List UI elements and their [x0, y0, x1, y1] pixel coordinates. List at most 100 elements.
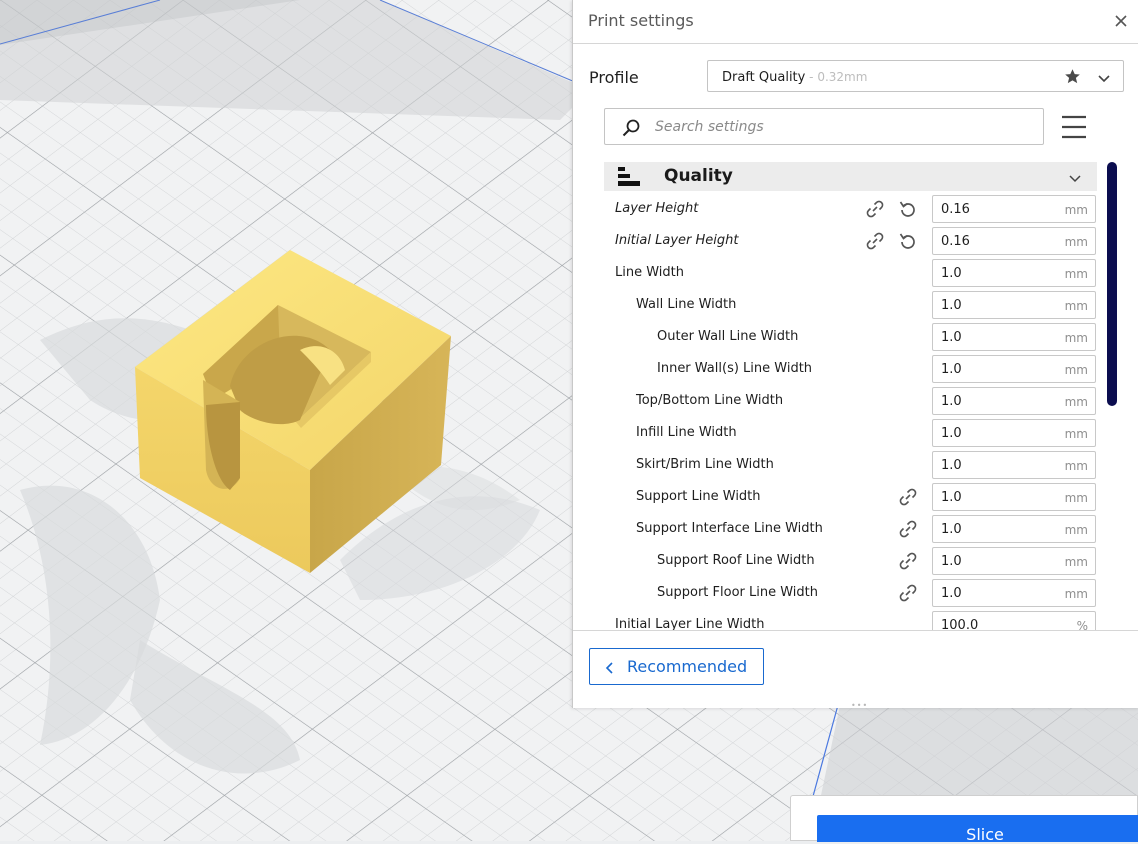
profile-name-text: Draft Quality — [722, 70, 806, 85]
close-icon[interactable] — [1111, 11, 1131, 31]
slice-panel: Slice — [790, 795, 1138, 844]
setting-value-field[interactable]: 1.0 mm — [932, 579, 1096, 607]
category-label: Quality — [664, 166, 733, 186]
setting-unit: mm — [1064, 555, 1088, 569]
setting-unit: mm — [1064, 235, 1088, 249]
setting-value-field[interactable]: 1.0 mm — [932, 547, 1096, 575]
setting-unit: mm — [1064, 587, 1088, 601]
slice-label: Slice — [966, 825, 1004, 844]
setting-value-field[interactable]: 1.0 mm — [932, 259, 1096, 287]
profile-layer-height: - 0.32mm — [805, 70, 868, 84]
setting-row-support-interface-line-width: Support Interface Line Width 1.0 mm — [604, 513, 1098, 545]
setting-label: Top/Bottom Line Width — [636, 393, 784, 408]
setting-value-field[interactable]: 1.0 mm — [932, 419, 1096, 447]
setting-row-layer-height: Layer Height 0.16 mm — [604, 193, 1098, 225]
setting-row-skirt-brim-line-width: Skirt/Brim Line Width 1.0 mm — [604, 449, 1098, 481]
setting-row-outer-wall-line-width: Outer Wall Line Width 1.0 mm — [604, 321, 1098, 353]
setting-label: Outer Wall Line Width — [657, 329, 799, 344]
setting-unit: % — [1076, 619, 1088, 630]
link-icon[interactable] — [897, 550, 919, 572]
setting-value-field[interactable]: 1.0 mm — [932, 515, 1096, 543]
link-icon[interactable] — [864, 230, 886, 252]
reset-icon[interactable] — [897, 230, 919, 252]
setting-value: 1.0 — [941, 330, 962, 345]
setting-label: Support Roof Line Width — [657, 553, 815, 568]
link-icon[interactable] — [897, 518, 919, 540]
print-settings-panel: Print settings Profile Draft Quality - 0… — [572, 0, 1138, 710]
setting-value-field[interactable]: 1.0 mm — [932, 323, 1096, 351]
setting-label: Initial Layer Height — [615, 233, 739, 248]
setting-value: 1.0 — [941, 426, 962, 441]
setting-value-field[interactable]: 1.0 mm — [932, 483, 1096, 511]
settings-list[interactable]: Quality Layer Height 0.16 mm Initial Laye… — [604, 162, 1098, 630]
setting-value: 1.0 — [941, 554, 962, 569]
link-icon[interactable] — [897, 486, 919, 508]
setting-value-field[interactable]: 1.0 mm — [932, 355, 1096, 383]
star-icon[interactable] — [1064, 68, 1081, 89]
setting-row-top-bottom-line-width: Top/Bottom Line Width 1.0 mm — [604, 385, 1098, 417]
setting-row-inner-wall-line-width: Inner Wall(s) Line Width 1.0 mm — [604, 353, 1098, 385]
profile-selected-value: Draft Quality - 0.32mm — [722, 70, 867, 85]
search-icon — [621, 118, 641, 142]
setting-row-infill-line-width: Infill Line Width 1.0 mm — [604, 417, 1098, 449]
chevron-left-icon — [605, 660, 615, 679]
setting-value-field[interactable]: 1.0 mm — [932, 451, 1096, 479]
setting-label: Line Width — [615, 265, 684, 280]
chevron-down-icon[interactable] — [1097, 70, 1111, 89]
setting-unit: mm — [1064, 363, 1088, 377]
setting-value: 0.16 — [941, 202, 970, 217]
link-icon[interactable] — [864, 198, 886, 220]
settings-scrollbar[interactable] — [1107, 162, 1117, 406]
link-icon[interactable] — [897, 582, 919, 604]
setting-value: 0.16 — [941, 234, 970, 249]
chevron-down-icon[interactable] — [1068, 170, 1082, 189]
setting-row-initial-layer-height: Initial Layer Height 0.16 mm — [604, 225, 1098, 257]
setting-value: 1.0 — [941, 490, 962, 505]
setting-unit: mm — [1064, 267, 1088, 281]
setting-value: 1.0 — [941, 362, 962, 377]
setting-row-support-line-width: Support Line Width 1.0 mm — [604, 481, 1098, 513]
setting-value-field[interactable]: 1.0 mm — [932, 291, 1096, 319]
setting-row-initial-layer-line-width: Initial Layer Line Width 100.0% — [604, 609, 1098, 630]
setting-unit: mm — [1064, 459, 1088, 473]
setting-label: Support Interface Line Width — [636, 521, 823, 536]
setting-value: 100.0 — [941, 618, 979, 630]
setting-value: 1.0 — [941, 522, 962, 537]
setting-label: Support Floor Line Width — [657, 585, 818, 600]
setting-label: Support Line Width — [636, 489, 761, 504]
resize-handle[interactable]: ••• — [851, 701, 868, 710]
setting-label: Infill Line Width — [636, 425, 737, 440]
setting-row-line-width: Line Width 1.0 mm — [604, 257, 1098, 289]
setting-unit: mm — [1064, 331, 1088, 345]
setting-value-field[interactable]: 0.16 mm — [932, 227, 1096, 255]
setting-unit: mm — [1064, 523, 1088, 537]
setting-label: Skirt/Brim Line Width — [636, 457, 774, 472]
search-input[interactable] — [655, 115, 1035, 139]
recommended-label: Recommended — [627, 657, 748, 676]
reset-icon[interactable] — [897, 198, 919, 220]
search-box[interactable] — [604, 108, 1044, 145]
panel-footer: Recommended ••• — [573, 630, 1138, 710]
setting-unit: mm — [1064, 395, 1088, 409]
setting-value: 1.0 — [941, 266, 962, 281]
setting-unit: mm — [1064, 203, 1088, 217]
setting-value-field[interactable]: 0.16 mm — [932, 195, 1096, 223]
recommended-button[interactable]: Recommended — [589, 648, 764, 685]
setting-label: Initial Layer Line Width — [615, 617, 765, 630]
setting-value: 1.0 — [941, 298, 962, 313]
setting-label: Wall Line Width — [636, 297, 737, 312]
setting-row-support-roof-line-width: Support Roof Line Width 1.0 mm — [604, 545, 1098, 577]
setting-label: Layer Height — [615, 201, 699, 216]
profile-dropdown[interactable]: Draft Quality - 0.32mm — [707, 60, 1124, 92]
slice-button[interactable]: Slice — [817, 815, 1138, 844]
setting-value-field[interactable]: 1.0 mm — [932, 387, 1096, 415]
setting-unit: mm — [1064, 491, 1088, 505]
settings-menu-icon[interactable] — [1061, 114, 1087, 144]
setting-unit: mm — [1064, 299, 1088, 313]
profile-label: Profile — [589, 68, 639, 87]
setting-value: 1.0 — [941, 586, 962, 601]
panel-header: Print settings — [573, 0, 1138, 44]
setting-value-field[interactable]: 100.0% — [932, 611, 1096, 630]
setting-value: 1.0 — [941, 394, 962, 409]
category-quality-header[interactable]: Quality — [604, 162, 1097, 191]
